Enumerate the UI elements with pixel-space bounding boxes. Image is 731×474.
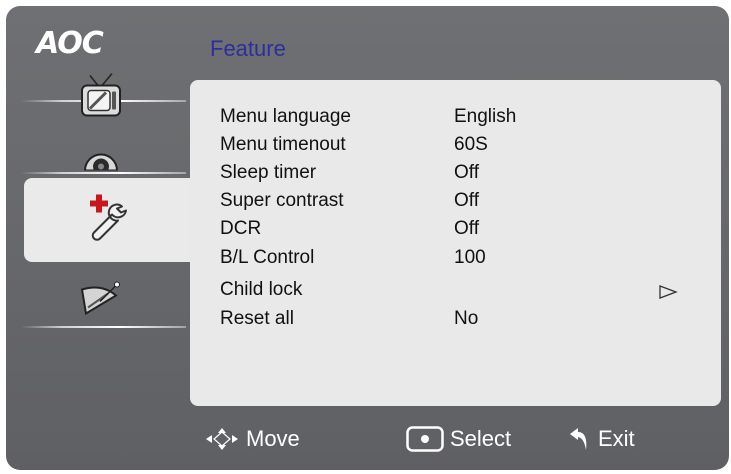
tv-icon — [78, 73, 124, 127]
menu-item-value: 60S — [454, 134, 488, 155]
tab-feature[interactable] — [24, 178, 196, 262]
move-hint: Move — [204, 424, 300, 454]
menu-row-dcr[interactable]: DCR Off — [220, 216, 690, 244]
exit-arrow-icon — [566, 426, 592, 452]
speaker-icon — [81, 140, 121, 175]
aoc-logo: AOC — [36, 26, 104, 61]
menu-item-value: 100 — [454, 247, 486, 268]
satellite-dish-icon — [78, 281, 124, 320]
menu-row-super-contrast[interactable]: Super contrast Off — [220, 188, 690, 216]
exit-label: Exit — [598, 426, 635, 451]
menu-item-value: English — [454, 106, 517, 127]
menu-row-language[interactable]: Menu language English — [220, 104, 690, 132]
page-title: Feature — [210, 36, 286, 61]
menu-item-label: Sleep timer — [220, 162, 317, 183]
select-label: Select — [450, 426, 512, 451]
menu-item-value: No — [454, 308, 479, 329]
osd-window: AOC Feature Menu language English Menu t… — [6, 6, 729, 470]
menu-item-value: Off — [454, 218, 479, 239]
tab-audio[interactable] — [6, 124, 196, 175]
menu-row-child-lock[interactable]: Child lock — [220, 277, 690, 305]
menu-row-timeout[interactable]: Menu timenout 60S — [220, 132, 690, 160]
move-arrows-icon — [204, 426, 240, 452]
menu-item-label: Menu language — [220, 106, 351, 127]
tab-extra[interactable] — [6, 278, 196, 338]
tab-divider — [21, 326, 186, 328]
tools-icon — [86, 193, 130, 248]
select-hint: Select — [406, 424, 511, 454]
menu-row-bl-control[interactable]: B/L Control 100 — [220, 245, 690, 273]
menu-item-label: Super contrast — [220, 190, 344, 211]
menu-row-sleep-timer[interactable]: Sleep timer Off — [220, 160, 690, 188]
menu-item-label: Menu timenout — [220, 134, 346, 155]
menu-row-reset-all[interactable]: Reset all No — [220, 306, 690, 334]
select-button-icon — [406, 426, 444, 452]
menu-item-label: Child lock — [220, 279, 303, 300]
menu-item-value: Off — [454, 190, 479, 211]
submenu-arrow-icon — [658, 283, 678, 305]
move-label: Move — [246, 426, 300, 451]
menu-item-label: Reset all — [220, 308, 294, 329]
tab-picture[interactable] — [6, 70, 196, 130]
exit-hint: Exit — [566, 424, 635, 454]
menu-item-label: DCR — [220, 218, 262, 239]
settings-panel: Menu language English Menu timenout 60S … — [190, 80, 721, 406]
menu-item-value: Off — [454, 162, 479, 183]
menu-item-label: B/L Control — [220, 247, 315, 268]
